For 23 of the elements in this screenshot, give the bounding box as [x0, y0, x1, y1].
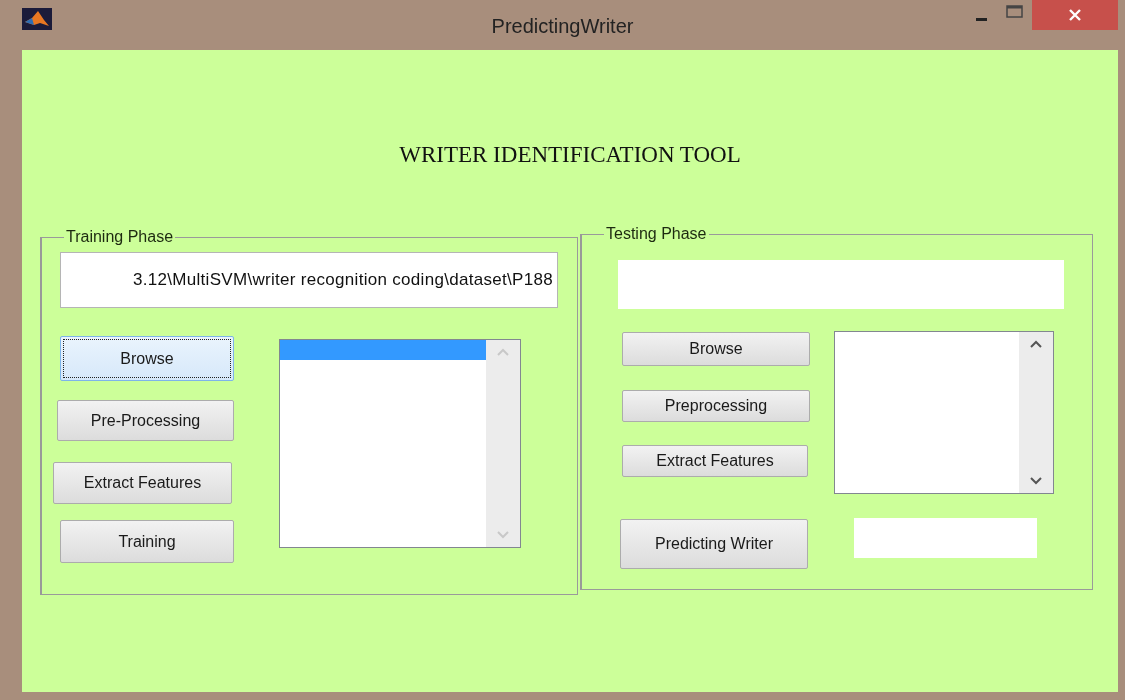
action-button[interactable]: Extract Features: [622, 445, 808, 477]
app-logo-icon: [22, 8, 52, 30]
close-button[interactable]: [1032, 0, 1118, 30]
close-icon[interactable]: [1068, 8, 1082, 22]
action-button[interactable]: Predicting Writer: [620, 519, 808, 569]
result-field[interactable]: [854, 518, 1037, 558]
action-button[interactable]: Extract Features: [53, 462, 232, 504]
panel-title: Training Phase: [65, 228, 175, 246]
list-box[interactable]: [279, 339, 521, 548]
action-button[interactable]: Pre-Processing: [57, 400, 234, 441]
scroll-up-icon[interactable]: [1029, 340, 1043, 349]
path-field[interactable]: [618, 260, 1064, 309]
list-box[interactable]: [834, 331, 1054, 494]
action-button[interactable]: Preprocessing: [622, 390, 810, 422]
panel-title: Testing Phase: [605, 225, 708, 243]
path-field[interactable]: 3.12\MultiSVM\writer recognition coding\dataset\P188: [60, 252, 558, 308]
action-button[interactable]: Training: [60, 520, 234, 563]
action-button[interactable]: Browse: [622, 332, 810, 366]
action-button[interactable]: Browse: [60, 336, 234, 381]
scrollbar[interactable]: [1019, 332, 1053, 493]
scroll-down-icon[interactable]: [1029, 476, 1043, 485]
window-title: PredictingWriter: [491, 15, 634, 37]
app-heading: WRITER IDENTIFICATION TOOL: [399, 142, 741, 167]
